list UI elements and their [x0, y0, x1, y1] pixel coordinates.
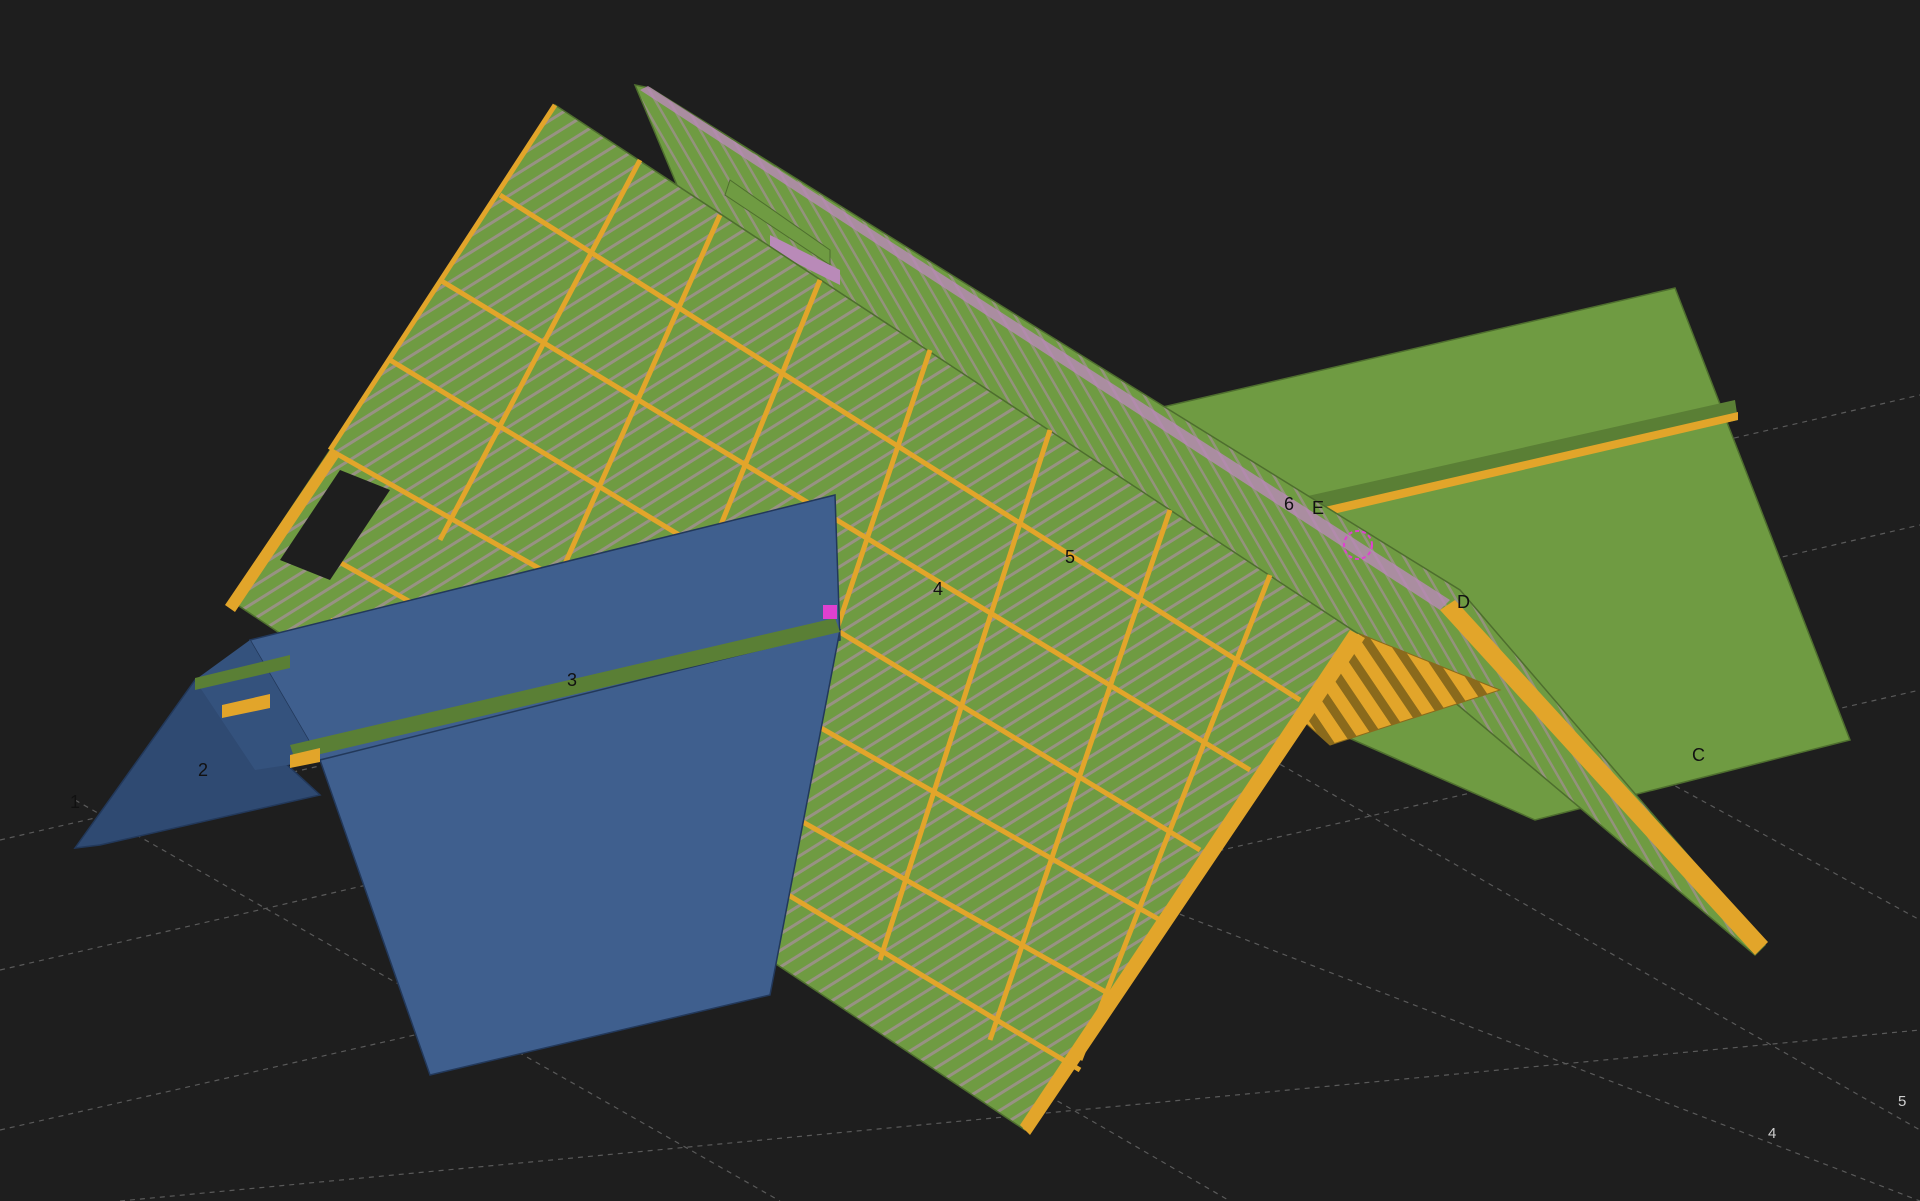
axis-label-d: D [1457, 592, 1470, 612]
selection-handle [823, 605, 837, 619]
axis-label-c: C [1692, 745, 1705, 765]
3d-viewport[interactable]: 1 2 3 4 5 6 E D C 4 5 [0, 0, 1920, 1201]
axis-label-5: 5 [1065, 547, 1075, 567]
grid-label-4: 4 [1768, 1125, 1776, 1142]
axis-label-6: 6 [1284, 494, 1294, 514]
axis-label-3: 3 [567, 670, 577, 690]
axis-label-4: 4 [933, 579, 943, 599]
axis-label-2: 2 [198, 760, 208, 780]
axis-label-1: 1 [70, 792, 80, 812]
grid-label-5: 5 [1898, 1093, 1906, 1110]
axis-label-e: E [1312, 498, 1324, 518]
